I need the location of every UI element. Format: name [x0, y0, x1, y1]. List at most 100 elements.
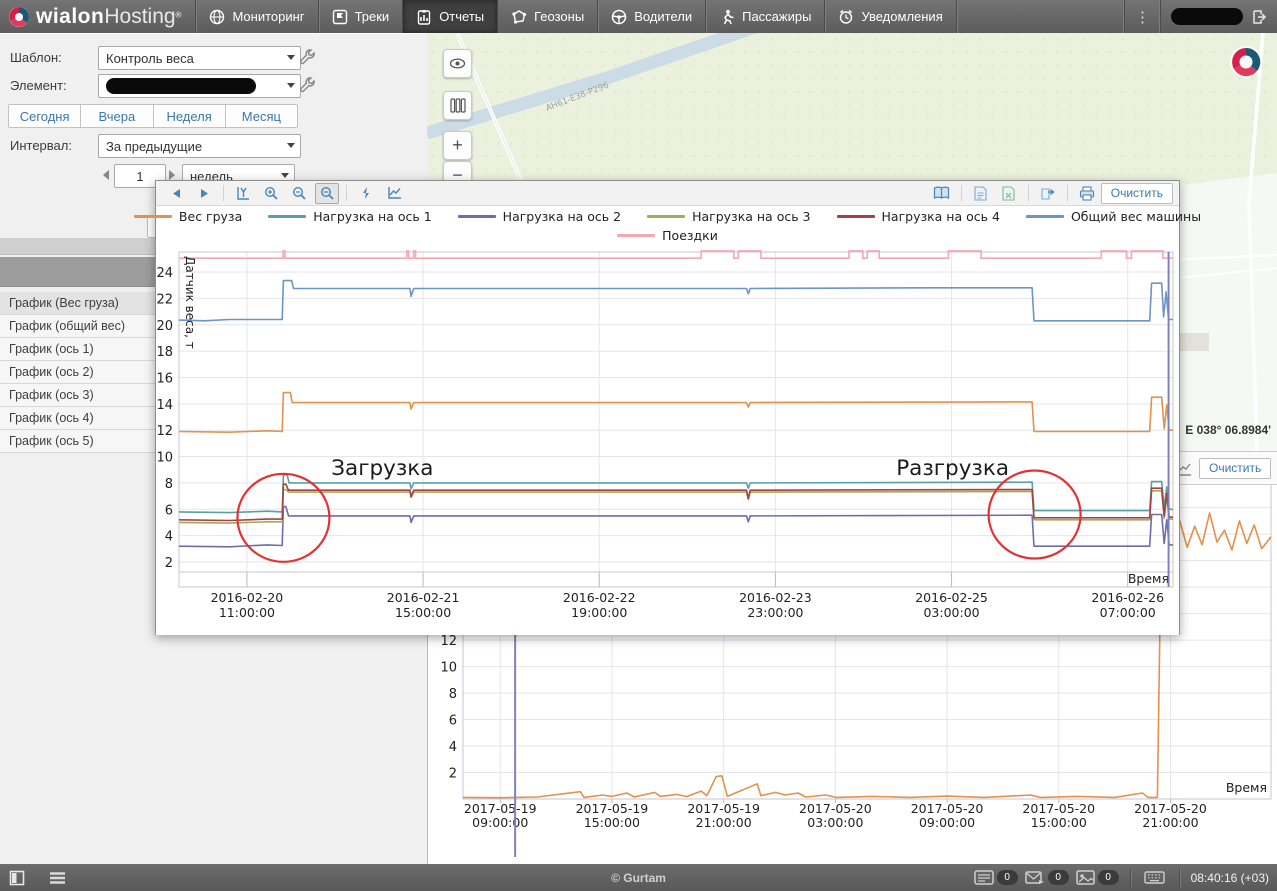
unit-label: Элемент:: [10, 78, 67, 93]
template-select[interactable]: Контроль веса: [98, 46, 301, 70]
value-axis-icon: [236, 186, 250, 200]
chart-zoom-out-button[interactable]: [287, 183, 311, 204]
chart-zoom-in-button[interactable]: [259, 183, 283, 204]
nav-item-globe[interactable]: Мониторинг: [196, 0, 318, 33]
report-book-button[interactable]: [930, 183, 954, 204]
quick-button-2[interactable]: Вчера: [81, 104, 153, 128]
unit-value-redacted: [106, 78, 256, 94]
export-excel-button[interactable]: [997, 183, 1021, 204]
y-tick-label: 20: [156, 319, 173, 334]
x-tick-label: 2017-05-19: [576, 801, 649, 816]
quick-button-3[interactable]: Неделя: [154, 104, 226, 128]
user-menu[interactable]: [1160, 0, 1277, 33]
visibility-eye-button[interactable]: [443, 49, 472, 78]
chart-clear-button[interactable]: Очистить: [1101, 183, 1173, 204]
legend-label: Нагрузка на ось 4: [882, 207, 1000, 226]
pan-right-button[interactable]: [192, 183, 216, 204]
export-file-button[interactable]: [1036, 183, 1060, 204]
map-layers-button[interactable]: [443, 91, 472, 120]
legend-swatch: [647, 215, 685, 218]
pan-left-button[interactable]: [164, 183, 188, 204]
template-wrench-icon[interactable]: [298, 48, 316, 66]
unit-select[interactable]: [98, 74, 301, 98]
wialon-logo: wialonHosting®: [0, 0, 196, 33]
graph-settings-button[interactable]: [382, 183, 406, 204]
panel-toggle-button[interactable]: [4, 868, 30, 888]
x-tick-label: 23:00:00: [747, 605, 803, 620]
x-tick-label: 07:00:00: [1100, 605, 1156, 620]
zoom-selection-button[interactable]: [315, 183, 339, 204]
chart-window: Очистить Вес грузаНагрузка на ось 1Нагру…: [155, 180, 1180, 635]
clock-label: 08:40:16 (+03): [1191, 871, 1269, 885]
nav-item-driver[interactable]: Водители: [598, 0, 706, 33]
legend-item: Нагрузка на ось 2: [458, 207, 621, 226]
nav-item-label: Мониторинг: [232, 9, 304, 24]
legend-swatch: [458, 215, 496, 218]
media-counter[interactable]: 0: [1076, 870, 1119, 885]
x-tick-label: 15:00:00: [395, 605, 451, 620]
y-tick-label: 2: [165, 556, 173, 571]
interval-increment-arrow[interactable]: [169, 170, 175, 180]
refresh-chart-button[interactable]: [354, 183, 378, 204]
refresh-icon: [359, 186, 373, 200]
keyboard-button[interactable]: [1142, 868, 1168, 888]
template-label: Шаблон:: [10, 50, 62, 65]
legend-item: Нагрузка на ось 4: [837, 207, 1000, 226]
quick-button-4[interactable]: Месяц: [226, 104, 298, 128]
nav-item-notification[interactable]: Уведомления: [825, 0, 956, 33]
x-tick-label: 19:00:00: [571, 605, 627, 620]
report-chart-clear-button[interactable]: Очистить: [1199, 458, 1271, 479]
legend-label: Нагрузка на ось 1: [313, 207, 431, 226]
logout-icon[interactable]: [1251, 9, 1267, 25]
annotation-label: Загрузка: [331, 456, 433, 481]
interval-decrement-arrow[interactable]: [103, 170, 109, 180]
zoom-in-button[interactable]: +: [443, 131, 472, 160]
nav-item-reports[interactable]: Отчеты: [403, 0, 498, 33]
zoom-in-icon: [264, 186, 279, 201]
nav-item-geofence[interactable]: Геозоны: [498, 0, 598, 33]
x-tick-label: 2017-05-19: [687, 801, 760, 816]
zoom-selection-icon: [320, 186, 335, 201]
x-tick-label: 21:00:00: [1142, 815, 1198, 830]
layers-icon: [450, 98, 466, 113]
app-root: wialonHosting® Мониторинг ТрекиОтчетыГеоз…: [0, 0, 1277, 891]
legend-swatch: [837, 215, 875, 218]
nav-item-label: Уведомления: [861, 9, 942, 24]
jobs-counter[interactable]: 0: [974, 870, 1018, 885]
chart-toolbar: Очистить: [156, 181, 1179, 206]
passenger-icon: [719, 9, 735, 25]
bottom-list-button[interactable]: [44, 868, 70, 888]
unit-wrench-icon[interactable]: [298, 76, 316, 94]
y-tick-label: 14: [156, 398, 173, 413]
legend-label: Нагрузка на ось 2: [503, 207, 621, 226]
list-icon: [49, 871, 66, 885]
value-axis-button[interactable]: [231, 183, 255, 204]
nav-item-label: Пассажиры: [742, 9, 811, 24]
messages-counter[interactable]: 0: [1025, 870, 1069, 885]
y-tick-label: 22: [156, 292, 173, 307]
legend-item: Нагрузка на ось 1: [268, 207, 431, 226]
keyboard-icon: [1144, 871, 1165, 884]
nav-item-tracks-flag[interactable]: Треки: [319, 0, 404, 33]
x-axis-title: Время: [1128, 571, 1169, 586]
nav-more-menu[interactable]: ⋮: [1124, 0, 1160, 33]
print-button[interactable]: [1075, 183, 1099, 204]
arrow-left-icon: [171, 188, 182, 199]
nav-item-passenger[interactable]: Пассажиры: [706, 0, 825, 33]
export-pdf-button[interactable]: [969, 183, 993, 204]
quick-button-1[interactable]: Сегодня: [8, 104, 81, 128]
logo-text-wialon: wialon: [36, 5, 104, 28]
legend-label: Поездки: [662, 226, 718, 245]
y-tick-label: 4: [449, 740, 457, 755]
weight-chart[interactable]: 246810121416182022242016-02-2011:00:0020…: [156, 246, 1179, 635]
x-tick-label: 2016-02-23: [739, 590, 812, 605]
interval-select[interactable]: За предыдущие: [98, 134, 301, 158]
x-tick-label: 09:00:00: [919, 815, 975, 830]
x-tick-label: 2017-05-20: [1022, 801, 1095, 816]
legend-swatch: [134, 215, 172, 218]
x-tick-label: 2016-02-26: [1091, 590, 1164, 605]
globe-icon: [209, 9, 225, 25]
x-tick-label: 2017-05-20: [1134, 801, 1207, 816]
y-tick-label: 12: [440, 634, 457, 649]
chart-legend: Вес грузаНагрузка на ось 1Нагрузка на ос…: [156, 206, 1179, 246]
